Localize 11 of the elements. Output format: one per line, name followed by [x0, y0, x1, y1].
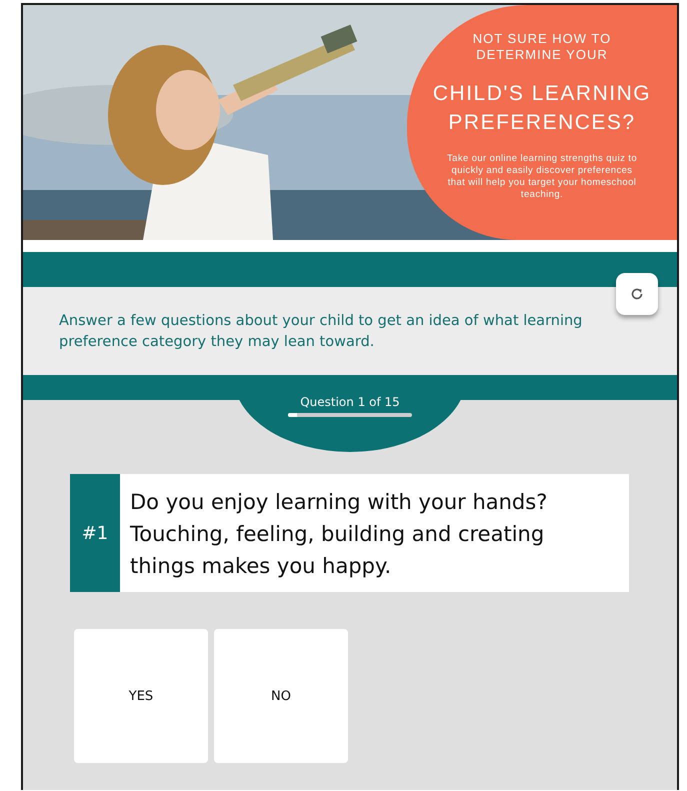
question-number: #1: [70, 474, 120, 592]
banner-blurb: Take our online learning strengths quiz to quickly and easily discover preferences that will help you target your homeschool teaching.: [446, 153, 638, 201]
intro-text: Answer a few questions about your child to get an idea of what learning preference category they may lean toward.: [59, 312, 584, 352]
question-text: Do you enjoy learning with your hands? Touching, feeling, building and creating things makes you happy.: [129, 489, 548, 580]
restart-button[interactable]: [616, 273, 658, 315]
progress-label: Question 1 of 15: [300, 395, 400, 409]
banner-headline: CHILD'S LEARNING PREFERENCES?: [432, 81, 652, 136]
answer-option[interactable]: NO: [214, 629, 348, 763]
answer-option[interactable]: YES: [74, 629, 208, 763]
banner-lead: NOT SURE HOW TO DETERMINE YOUR: [472, 31, 612, 63]
refresh-icon: [630, 287, 644, 301]
